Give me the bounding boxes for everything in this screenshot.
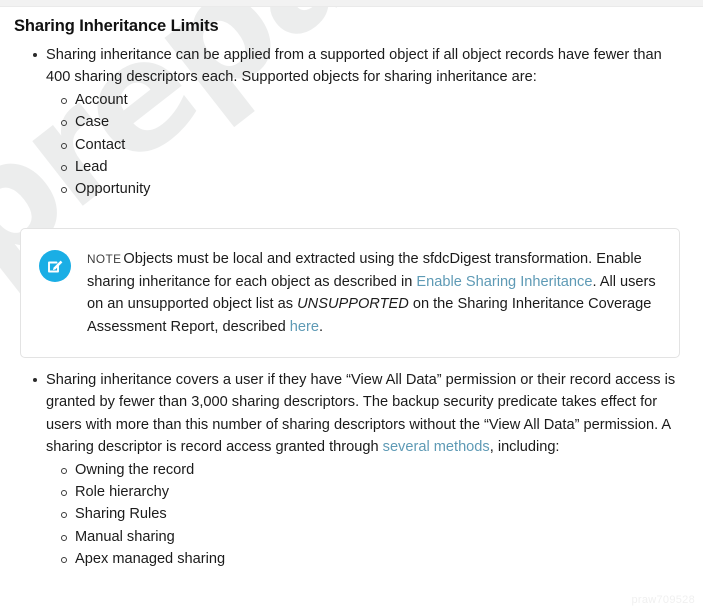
second-bullet-part-1: Sharing inheritance covers a user if the…	[46, 372, 676, 456]
sharing-methods-list: Owning the record Role hierarchy Sharing…	[46, 459, 678, 571]
note-label: NOTE	[87, 252, 122, 266]
document-page: prepaway Sharing Inheritance Limits Shar…	[0, 0, 703, 610]
note-callout: NOTE Objects must be local and extracted …	[20, 228, 680, 359]
enable-sharing-inheritance-link[interactable]: Enable Sharing Inheritance	[416, 274, 592, 290]
top-strip	[0, 0, 703, 7]
page-title: Sharing Inheritance Limits	[14, 17, 219, 35]
corner-watermark: praw709528	[631, 594, 695, 606]
list-item: Sharing Rules	[61, 503, 678, 525]
note-part-4: .	[319, 318, 324, 335]
second-bullet-part-2: , including:	[489, 439, 560, 456]
note-emphasis: UNSUPPORTED	[297, 296, 409, 313]
several-methods-link[interactable]: several methods	[383, 439, 490, 455]
list-item: Account	[61, 89, 678, 111]
list-item: Opportunity	[61, 178, 678, 200]
list-item: Apex managed sharing	[61, 548, 678, 570]
list-item: Sharing inheritance covers a user if the…	[33, 369, 678, 571]
supported-objects-list: Account Case Contact Lead Opportunity	[46, 89, 678, 201]
here-link[interactable]: here	[290, 319, 319, 335]
list-item: Lead	[61, 156, 678, 178]
list-item: Role hierarchy	[61, 481, 678, 503]
list-item: Contact	[61, 134, 678, 156]
note-text: NOTE Objects must be local and extracted …	[87, 248, 657, 338]
list-item: Manual sharing	[61, 526, 678, 548]
list-item: Sharing inheritance can be applied from …	[33, 44, 678, 201]
edit-square-icon	[39, 250, 71, 282]
first-bullet-text: Sharing inheritance can be applied from …	[46, 47, 662, 86]
list-item: Owning the record	[61, 459, 678, 481]
first-bullet-list: Sharing inheritance can be applied from …	[28, 44, 678, 203]
list-item: Case	[61, 111, 678, 133]
second-bullet-list: Sharing inheritance covers a user if the…	[28, 369, 678, 573]
